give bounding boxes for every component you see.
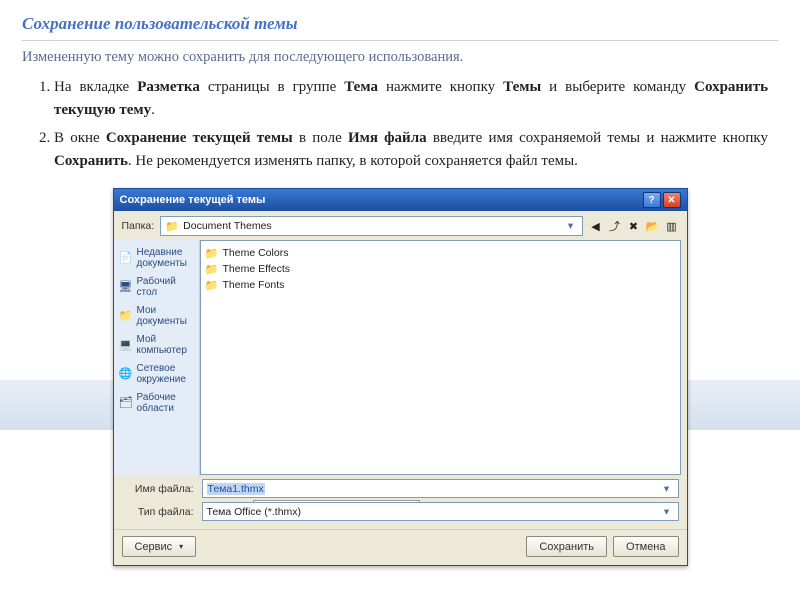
filename-label: Имя файла: [122,483,194,495]
file-list[interactable]: 📁Theme Colors 📁Theme Effects 📁Theme Font… [200,240,681,475]
back-icon[interactable]: ◀ [589,219,603,233]
desktop-icon: 🖥 [119,281,133,295]
filename-input[interactable]: Тема1.thmx ▾ Имя файла или веб-адрес (ht… [202,479,679,498]
list-item[interactable]: 📁Theme Effects [205,261,676,277]
title-separator [22,40,778,41]
save-button[interactable]: Сохранить [526,536,607,557]
filename-area: Имя файла: Тема1.thmx ▾ Имя файла или ве… [114,475,687,527]
steps-list: На вкладке Разметка страницы в группе Те… [0,76,800,188]
filetype-select[interactable]: Тема Office (*.thmx) ▾ [202,502,679,521]
chevron-down-icon: ▾ [564,220,578,232]
folder-select[interactable]: 📁 Document Themes ▾ [160,216,582,236]
new-folder-icon[interactable]: 📂 [646,219,660,233]
filename-value: Тема1.thmx [207,483,265,495]
cancel-button[interactable]: Отмена [613,536,678,557]
folder-icon: 📁 [165,219,179,233]
step-1: На вкладке Разметка страницы в группе Те… [54,76,768,121]
sidebar-item-network[interactable]: 🌐Сетевое окружение [117,361,196,388]
sidebar-item-recent[interactable]: 📄Недавние документы [117,245,196,272]
list-item[interactable]: 📁Theme Fonts [205,277,676,293]
help-button[interactable]: ? [643,192,661,208]
mydocs-icon: 📁 [119,310,133,324]
sidebar-item-mycomputer[interactable]: 💻Мой компьютер [117,332,196,359]
filetype-label: Тип файла: [122,506,194,518]
folder-toolbar: Папка: 📁 Document Themes ▾ ◀ ⤴ ✖ 📂 ▥ [114,211,687,240]
tools-button[interactable]: Сервис [122,536,197,557]
folder-icon: 📁 [205,246,219,260]
delete-icon[interactable]: ✖ [627,219,641,233]
up-icon[interactable]: ⤴ [608,219,622,233]
folder-label: Папка: [122,220,155,232]
button-bar: Сервис Сохранить Отмена [114,529,687,565]
close-button[interactable]: ✕ [663,192,681,208]
computer-icon: 💻 [119,339,133,353]
recent-icon: 📄 [119,252,133,266]
filetype-value: Тема Office (*.thmx) [207,506,302,518]
sidebar-item-mydocs[interactable]: 📁Мои документы [117,303,196,330]
folder-icon: 📁 [205,262,219,276]
workspaces-icon: 🗂 [119,397,133,411]
list-item[interactable]: 📁Theme Colors [205,245,676,261]
dialog-title: Сохранение текущей темы [120,194,266,206]
sidebar-item-workspaces[interactable]: 🗂Рабочие области [117,390,196,417]
places-sidebar: 📄Недавние документы 🖥Рабочий стол 📁Мои д… [114,240,200,475]
network-icon: 🌐 [119,368,133,382]
dialog-titlebar[interactable]: Сохранение текущей темы ? ✕ [114,189,687,211]
chevron-down-icon: ▾ [660,506,674,518]
save-theme-dialog: Сохранение текущей темы ? ✕ Папка: 📁 Doc… [113,188,688,566]
step-2: В окне Сохранение текущей темы в поле Им… [54,127,768,172]
folder-icon: 📁 [205,278,219,292]
page-title: Сохранение пользовательской темы [0,0,800,36]
intro-text: Измененную тему можно сохранить для посл… [0,49,800,76]
sidebar-item-desktop[interactable]: 🖥Рабочий стол [117,274,196,301]
views-icon[interactable]: ▥ [665,219,679,233]
chevron-down-icon: ▾ [660,483,674,495]
folder-value: Document Themes [183,220,272,232]
